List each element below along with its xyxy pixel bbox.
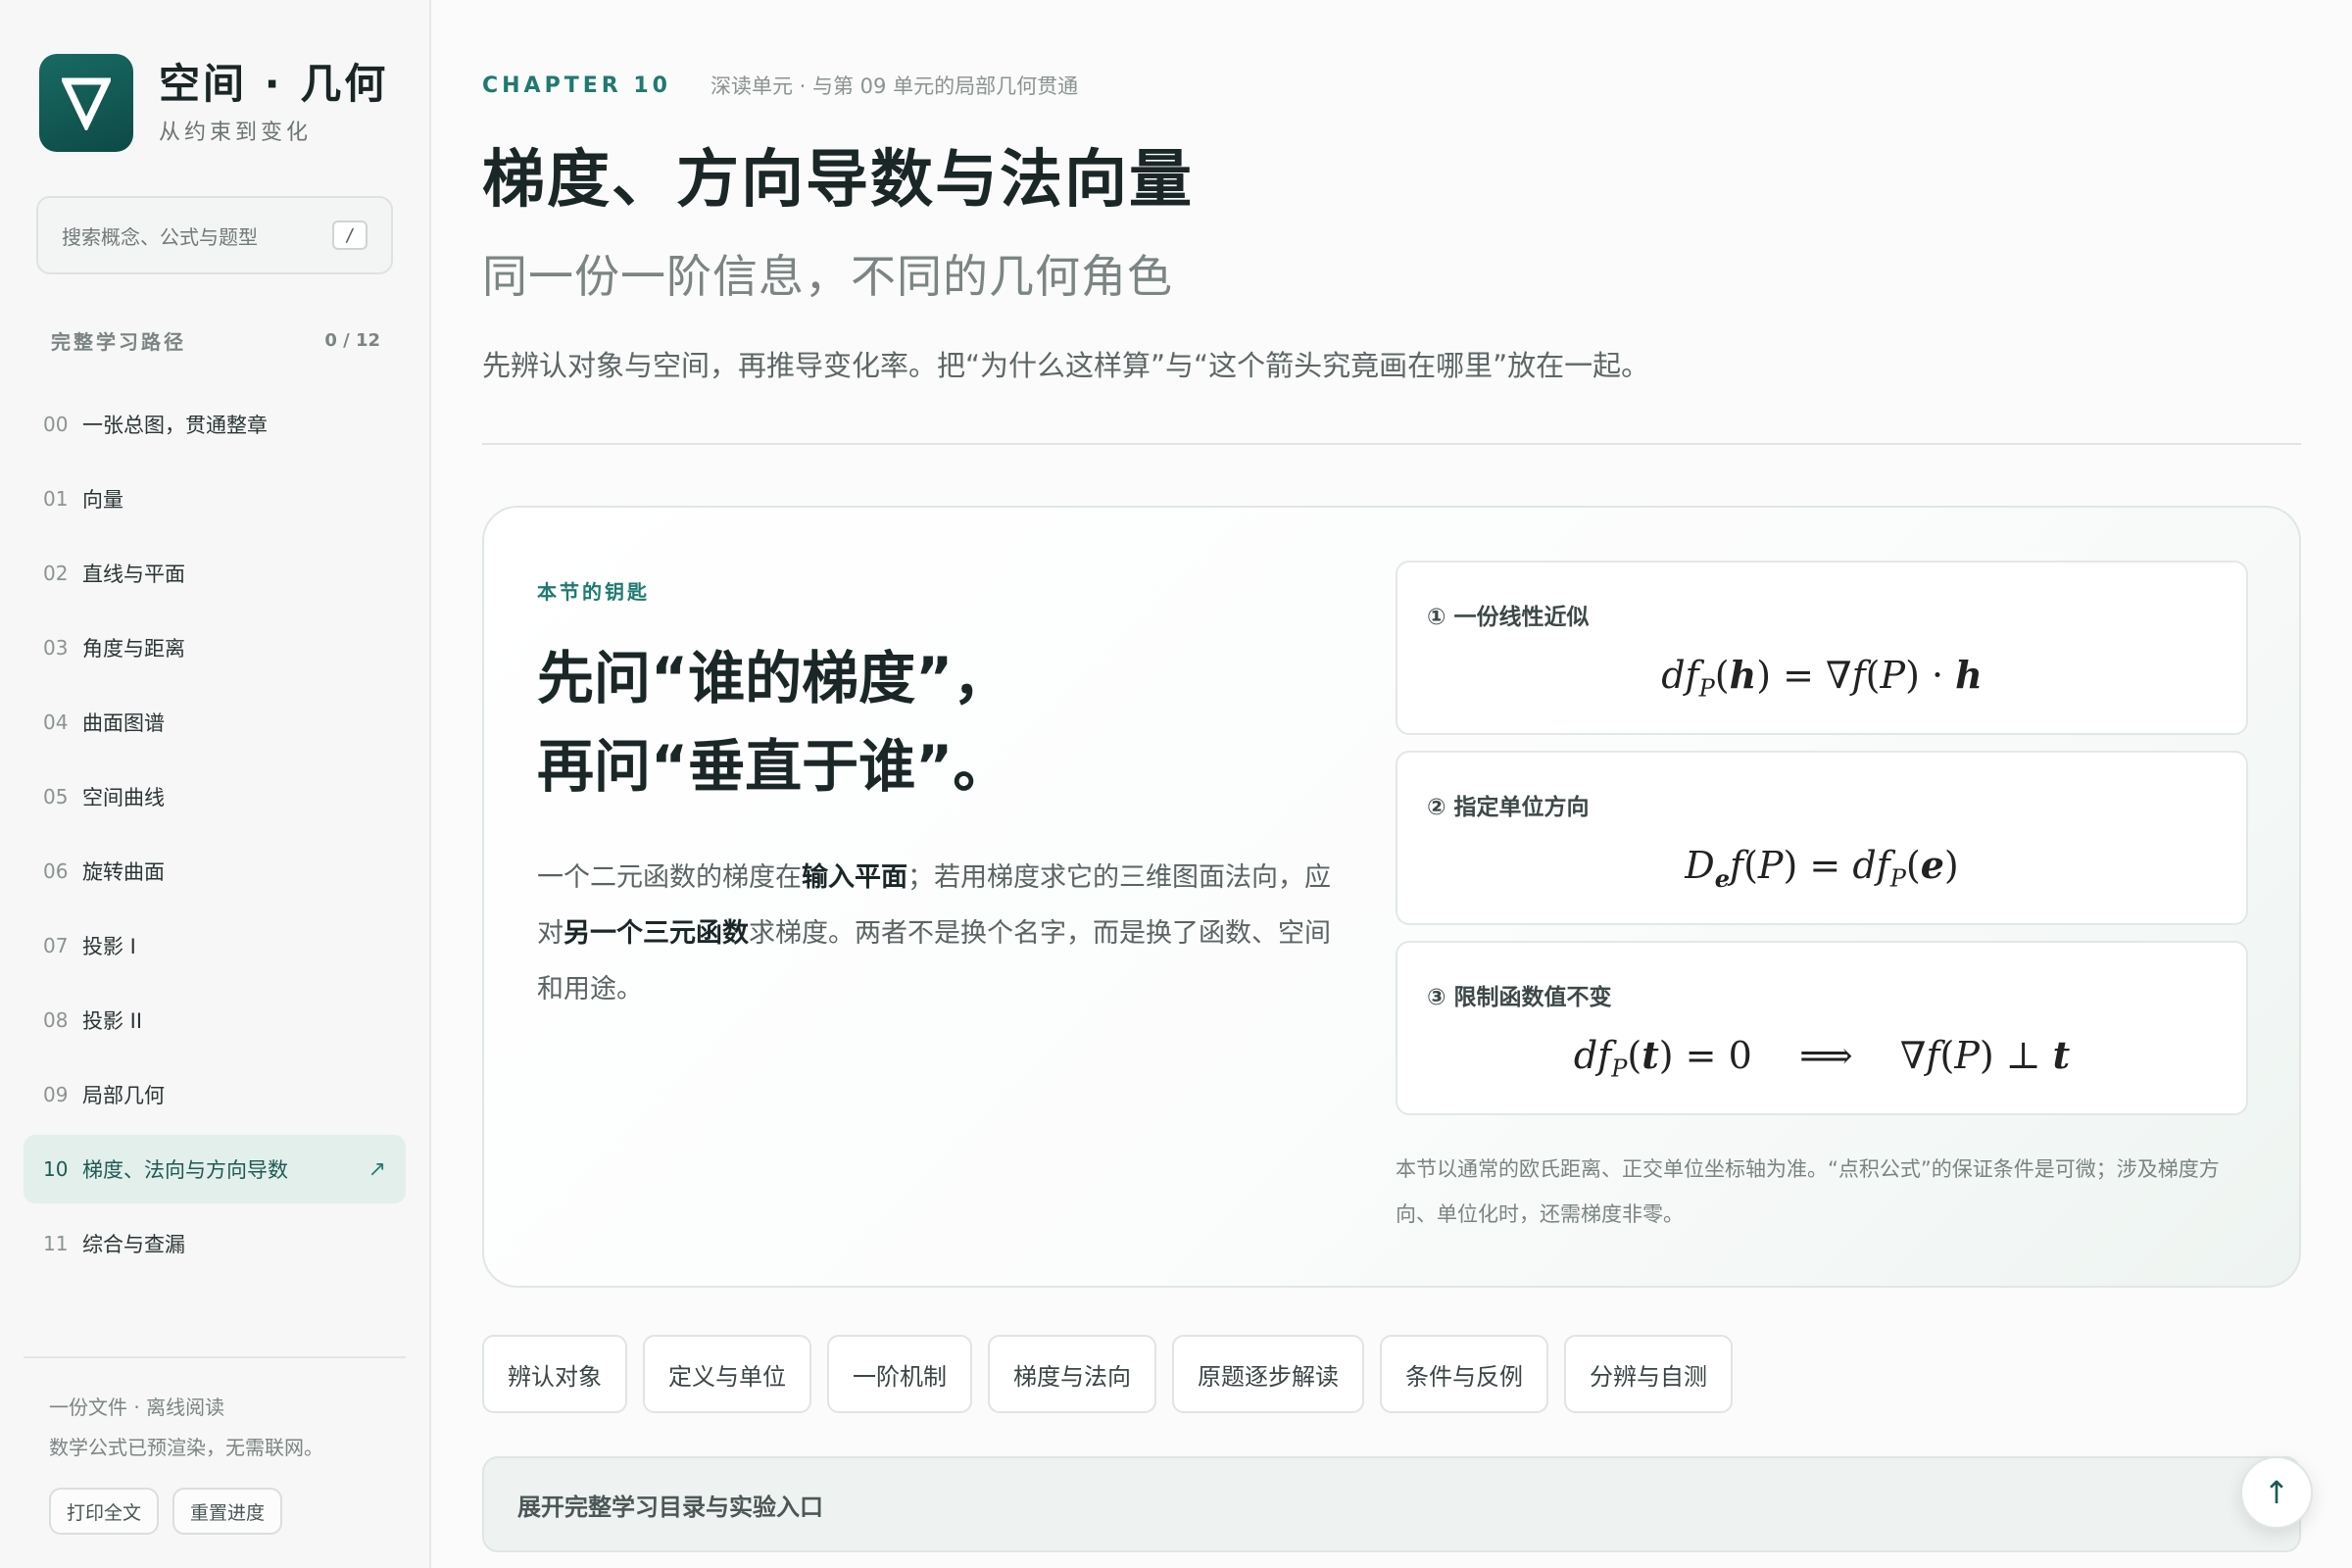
chapter-tag: CHAPTER 10 (482, 73, 671, 98)
sidebar-item-10[interactable]: 10 梯度、法向与方向导数 ↗ (24, 1135, 406, 1203)
learning-path-title: 完整学习路径 (51, 330, 186, 354)
key-concept-panel: 本节的钥匙 先问“谁的梯度”， 再问“垂直于谁”。 一个二元函数的梯度在输入平面… (482, 506, 2301, 1288)
nav-num: 02 (43, 562, 69, 585)
nav-label: 空间曲线 (82, 786, 165, 809)
nav-label: 旋转曲面 (82, 860, 165, 884)
learning-path-progress: 0 / 12 (324, 330, 380, 351)
sidebar-footer: 一份文件 · 离线阅读 数学公式已预渲染，无需联网。 打印全文 重置进度 (49, 1392, 323, 1535)
nav-num: 01 (43, 487, 69, 511)
search-input[interactable]: 搜索概念、公式与题型 / (36, 196, 393, 274)
external-arrow-icon: ↗ (368, 1156, 386, 1182)
page-lead: 先辨认对象与空间，再推导变化率。把“为什么这样算”与“这个箭头究竟画在哪里”放在… (482, 349, 1650, 382)
nav-label: 投影 I (82, 935, 136, 958)
brand-subtitle: 从约束到变化 (159, 121, 313, 146)
nav-label: 一张总图，贯通整章 (82, 414, 268, 437)
sidebar-item-08[interactable]: 08 投影 II (24, 986, 406, 1054)
tab-first-order-mechanism[interactable]: 一阶机制 (827, 1335, 972, 1413)
search-placeholder: 搜索概念、公式与题型 (62, 224, 258, 249)
expand-toc-label: 展开完整学习目录与实验入口 (517, 1493, 823, 1521)
sidebar-item-09[interactable]: 09 局部几何 (24, 1060, 406, 1129)
sidebar: 空间 · 几何 从约束到变化 搜索概念、公式与题型 / 完整学习路径 0 / 1… (0, 0, 431, 1568)
sidebar-divider (24, 1356, 406, 1358)
nav-label: 直线与平面 (82, 563, 185, 586)
chapter-note: 深读单元 · 与第 09 单元的局部几何贯通 (710, 74, 1079, 98)
hero-heading-line-2: 再问“垂直于谁”。 (537, 733, 1010, 800)
nav-num: 07 (43, 934, 69, 957)
chapter-header: CHAPTER 10 深读单元 · 与第 09 单元的局部几何贯通 (482, 71, 1078, 100)
arrow-up-icon: ↑ (2263, 1474, 2290, 1511)
nav-num: 05 (43, 785, 69, 808)
sidebar-item-01[interactable]: 01 向量 (24, 465, 406, 533)
formula-card-level-set: ③ 限制函数值不变 dfP(t) = 0 ⟹ ∇f(P) ⊥ t (1396, 941, 2248, 1115)
sidebar-item-05[interactable]: 05 空间曲线 (24, 762, 406, 831)
section-tabs: 辨认对象 定义与单位 一阶机制 梯度与法向 原题逐步解读 条件与反例 分辨与自测 (482, 1335, 1733, 1413)
nav-num: 03 (43, 636, 69, 660)
print-button[interactable]: 打印全文 (49, 1488, 160, 1535)
formula-card-title: ② 指定单位方向 (1427, 795, 1590, 820)
learning-path-header: 完整学习路径 0 / 12 (51, 326, 380, 355)
expand-toc-button[interactable]: 展开完整学习目录与实验入口 (482, 1456, 2301, 1552)
sidebar-item-03[interactable]: 03 角度与距离 (24, 613, 406, 682)
formula-card-title: ① 一份线性近似 (1427, 605, 1590, 630)
tab-definition-units[interactable]: 定义与单位 (643, 1335, 811, 1413)
nav-label: 曲面图谱 (82, 711, 165, 735)
formula: dfP(t) = 0 ⟹ ∇f(P) ⊥ t (1573, 1033, 2071, 1083)
nav-num: 09 (43, 1083, 69, 1106)
formula-card-title: ③ 限制函数值不变 (1427, 985, 1612, 1010)
reset-progress-button[interactable]: 重置进度 (172, 1488, 283, 1535)
main-divider (482, 443, 2301, 445)
sidebar-item-04[interactable]: 04 曲面图谱 (24, 688, 406, 757)
footer-line-2: 数学公式已预渲染，无需联网。 (49, 1436, 323, 1459)
formula-card-unit-direction: ② 指定单位方向 Def(P) = dfP(e) (1396, 751, 2248, 925)
back-to-top-button[interactable]: ↑ (2240, 1456, 2313, 1529)
tab-conditions-counterexamples[interactable]: 条件与反例 (1380, 1335, 1548, 1413)
search-shortcut-key: / (332, 220, 368, 250)
nav-label: 投影 II (82, 1009, 143, 1033)
nav-num: 04 (43, 710, 69, 734)
nav-num: 11 (43, 1232, 69, 1255)
formula-cards: ① 一份线性近似 dfP(h) = ∇f(P) · h ② 指定单位方向 Def… (1396, 561, 2248, 1131)
hero-kicker: 本节的钥匙 (537, 580, 650, 604)
tab-self-test[interactable]: 分辨与自测 (1564, 1335, 1733, 1413)
hero-body: 一个二元函数的梯度在输入平面；若用梯度求它的三维图面法向，应对另一个三元函数求梯… (537, 862, 1331, 1004)
sidebar-item-00[interactable]: 00 一张总图，贯通整章 (24, 390, 406, 459)
formula-card-linear-approx: ① 一份线性近似 dfP(h) = ∇f(P) · h (1396, 561, 2248, 735)
page-title: 梯度、方向导数与法向量 (482, 144, 1194, 217)
nav-label: 梯度、法向与方向导数 (82, 1158, 288, 1182)
formula: Def(P) = dfP(e) (1685, 843, 1959, 893)
hero-footnote: 本节以通常的欧氏距离、正交单位坐标轴为准。“点积公式”的保证条件是可微；涉及梯度… (1396, 1157, 2220, 1226)
sidebar-item-11[interactable]: 11 综合与查漏 (24, 1209, 406, 1278)
nav-label: 局部几何 (82, 1084, 165, 1107)
nav-label: 向量 (82, 488, 123, 512)
nav-num: 00 (43, 413, 69, 436)
nav-num: 08 (43, 1008, 69, 1032)
emphasis-ternary-function: 另一个三元函数 (564, 918, 749, 949)
emphasis-input-plane: 输入平面 (802, 862, 907, 893)
brand[interactable]: 空间 · 几何 从约束到变化 (39, 54, 388, 152)
page-subtitle: 同一份一阶信息，不同的几何角色 (482, 250, 1173, 303)
tab-identify-object[interactable]: 辨认对象 (482, 1335, 627, 1413)
footer-line-1: 一份文件 · 离线阅读 (49, 1396, 225, 1419)
nav-num: 06 (43, 859, 69, 883)
brand-title: 空间 · 几何 (159, 59, 389, 108)
hero-heading: 先问“谁的梯度”， 再问“垂直于谁”。 (537, 634, 1341, 810)
nav-num: 10 (43, 1157, 69, 1181)
nabla-logo-icon (39, 54, 133, 152)
chapter-nav: 00 一张总图，贯通整章 01 向量 02 直线与平面 03 角度与距离 04 曲面图谱 … (24, 390, 406, 1284)
tab-gradient-normal[interactable]: 梯度与法向 (988, 1335, 1156, 1413)
tab-problem-walkthrough[interactable]: 原题逐步解读 (1172, 1335, 1364, 1413)
sidebar-item-06[interactable]: 06 旋转曲面 (24, 837, 406, 906)
formula: dfP(h) = ∇f(P) · h (1661, 653, 1983, 703)
sidebar-item-07[interactable]: 07 投影 I (24, 911, 406, 980)
hero-heading-line-1: 先问“谁的梯度”， (537, 645, 1010, 711)
sidebar-item-02[interactable]: 02 直线与平面 (24, 539, 406, 608)
nav-label: 角度与距离 (82, 637, 185, 661)
nav-label: 综合与查漏 (82, 1233, 185, 1256)
